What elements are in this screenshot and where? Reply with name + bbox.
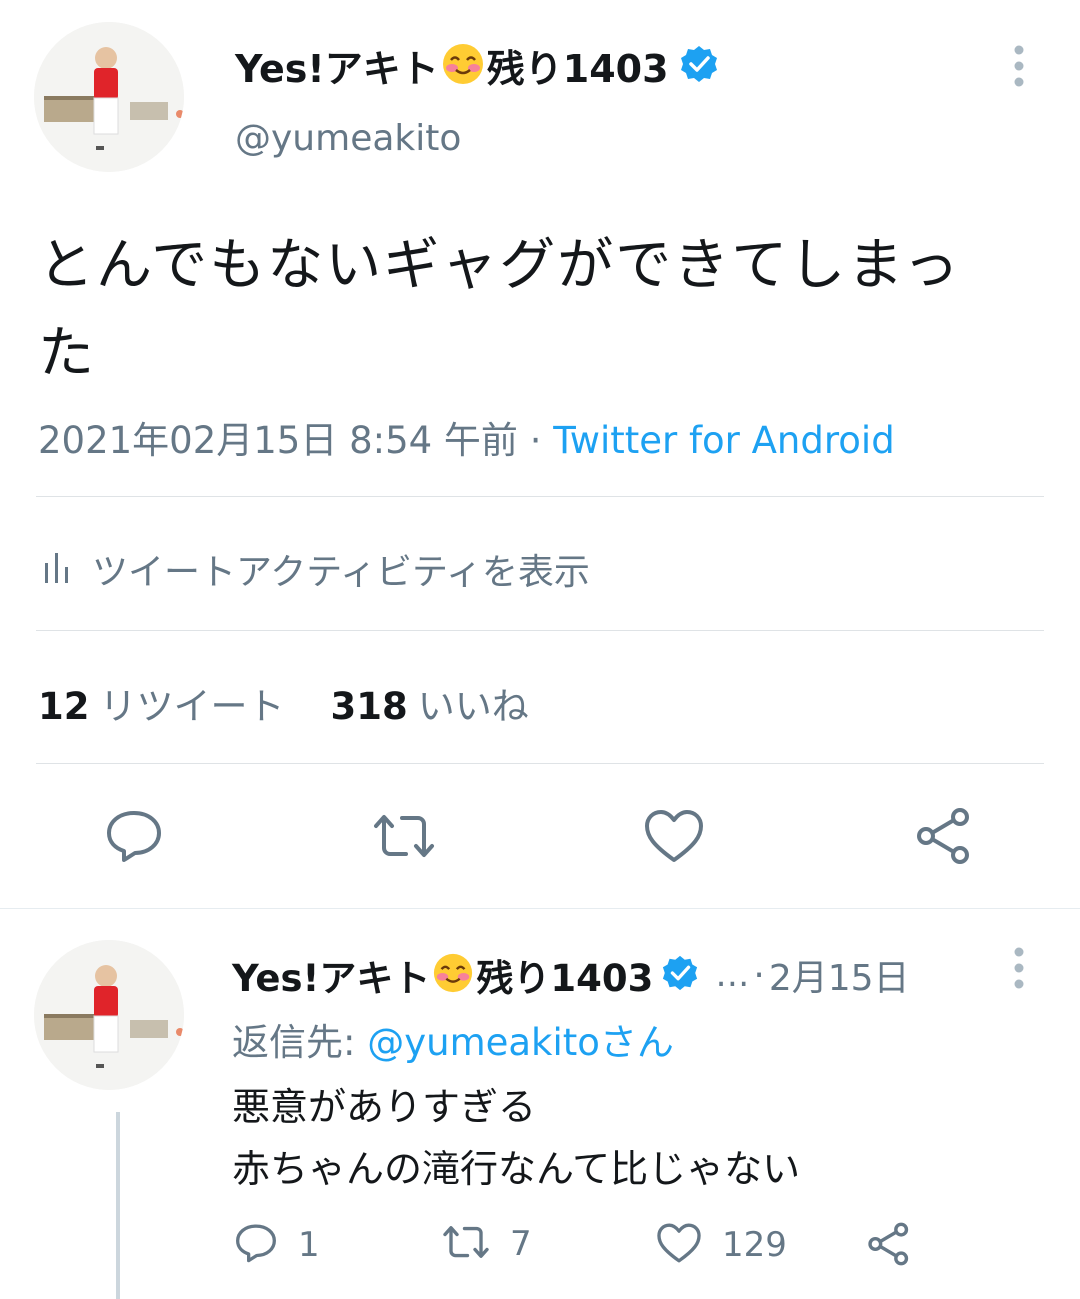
tweet-author-name[interactable]: Yes!アキト 残り1403 <box>235 38 719 93</box>
more-vertical-icon[interactable] <box>1005 946 1033 994</box>
share-icon <box>914 807 974 869</box>
tweet-source-link[interactable]: Twitter for Android <box>553 419 894 462</box>
reply-display-name-suffix: 残り1403 <box>476 957 654 1000</box>
reply-text-line: 悪意がありすぎる <box>232 1085 537 1129</box>
smiling-face-emoji-icon <box>441 42 485 90</box>
verified-badge-icon <box>661 954 699 996</box>
reply-count: 1 <box>298 1225 320 1265</box>
reply-icon <box>104 808 164 868</box>
thread-line <box>116 1112 120 1299</box>
tweet-detail-screen: Yes!アキト 残り1403 @yumeakito とんでもないギャグができてし… <box>0 0 1080 1299</box>
tweet-text: とんでもないギャグができてしまっ た <box>38 222 1048 398</box>
retweets-stat[interactable]: 12 リツイート <box>38 685 285 728</box>
reply-share-button[interactable] <box>866 1222 912 1270</box>
reply-to-mention[interactable]: @yumeakitoさん <box>367 1021 674 1064</box>
retweet-icon <box>442 1222 490 1266</box>
reply-like-count: 129 <box>722 1225 787 1265</box>
tweet-meta: 2021年02月15日 8:54 午前 · Twitter for Androi… <box>38 410 895 464</box>
tweet-text-line: とんでもないギャグができてしまっ <box>38 233 961 298</box>
avatar[interactable] <box>34 22 184 172</box>
retweet-label: リツイート <box>99 685 285 728</box>
retweet-count: 12 <box>38 685 90 728</box>
reply-like-button[interactable]: 129 <box>656 1222 787 1268</box>
divider <box>36 763 1044 764</box>
view-activity-button[interactable]: ツイートアクティビティを表示 <box>44 543 590 595</box>
share-icon <box>866 1222 912 1270</box>
name-truncation-ellipsis: … <box>715 955 750 995</box>
bar-chart-icon <box>44 547 70 591</box>
more-vertical-icon[interactable] <box>1005 44 1033 92</box>
divider <box>36 630 1044 631</box>
retweet-icon <box>372 810 436 866</box>
retweet-button[interactable] <box>372 806 436 870</box>
reply-avatar[interactable] <box>34 940 184 1090</box>
reply-header[interactable]: Yes!アキト 残り1403 … · 2月15日 <box>232 948 910 1002</box>
display-name-suffix: 残り1403 <box>486 47 669 91</box>
tweet-timestamp: 2021年02月15日 8:54 午前 · <box>38 419 554 462</box>
reply-display-name-prefix: Yes!アキト <box>232 957 431 1000</box>
reply-button[interactable] <box>102 806 166 870</box>
share-button[interactable] <box>912 806 976 870</box>
reply-date: 2月15日 <box>768 958 910 999</box>
engagement-stats: 12 リツイート 318 いいね <box>38 676 529 730</box>
reply-separator: · <box>753 954 765 996</box>
like-label: いいね <box>417 685 529 728</box>
likes-stat[interactable]: 318 いいね <box>331 685 529 728</box>
divider <box>36 496 1044 497</box>
like-button[interactable] <box>642 806 706 870</box>
smiling-face-emoji-icon <box>432 952 474 998</box>
like-icon <box>656 1222 702 1268</box>
view-activity-label: ツイートアクティビティを表示 <box>92 552 590 593</box>
display-name-prefix: Yes!アキト <box>235 47 439 91</box>
verified-badge-icon <box>679 44 719 88</box>
reply-retweet-button[interactable]: 7 <box>442 1222 532 1266</box>
reply-to-prefix: 返信先: <box>232 1021 368 1064</box>
tweet-text-line: た <box>38 321 96 386</box>
like-icon <box>643 808 705 868</box>
like-count: 318 <box>330 685 408 728</box>
reply-icon <box>234 1222 278 1268</box>
section-divider <box>0 908 1080 909</box>
reply-to-line: 返信先: @yumeakitoさん <box>232 1012 674 1066</box>
reply-retweet-count: 7 <box>510 1224 532 1264</box>
reply-text-line: 赤ちゃんの滝行なんて比じゃない <box>232 1147 801 1191</box>
reply-text: 悪意がありすぎる 赤ちゃんの滝行なんて比じゃない <box>232 1076 800 1200</box>
reply-reply-button[interactable]: 1 <box>234 1222 320 1268</box>
tweet-author-handle[interactable]: @yumeakito <box>235 118 461 159</box>
